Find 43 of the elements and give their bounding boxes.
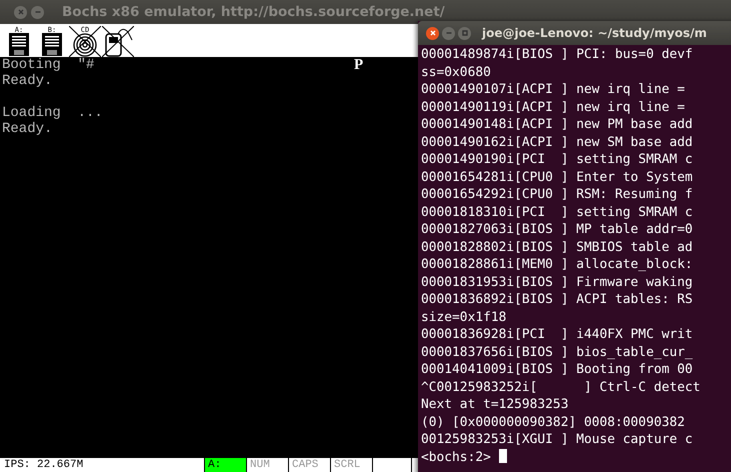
terminal-line: 00001818310i[PCI ] setting SMRAM c — [421, 204, 693, 221]
close-icon — [428, 28, 438, 38]
close-icon — [16, 7, 26, 17]
minimize-button[interactable] — [31, 6, 44, 18]
ips-reading: IPS: 22.667M — [3, 458, 84, 472]
status-indicator: CAPS — [288, 458, 330, 472]
terminal-line: 00001836892i[BIOS ] ACPI tables: RS — [421, 291, 693, 308]
terminal-line: 00001836928i[PCI ] i440FX PMC writ — [421, 326, 693, 344]
close-button[interactable] — [426, 26, 439, 40]
terminal-line: (0) [0x000000090382] 0008:00090382 — [421, 414, 685, 431]
terminal-line: 00001489874i[BIOS ] PCI: bus=0 devf — [421, 46, 693, 64]
terminal-line: 00001490119i[ACPI ] new irq line = — [421, 98, 685, 116]
screen-text: Ready. — [2, 121, 52, 137]
terminal-prompt: <bochs:2> — [421, 450, 491, 464]
window-title: Bochs x86 emulator, http://bochs.sourceforge.net/ — [62, 4, 445, 20]
terminal-line: 00001654281i[CPU0 ] Enter to System — [421, 168, 693, 186]
screen-text: Loading ... — [2, 105, 103, 121]
terminal-line: 00001828861i[MEM0 ] allocate_block: — [421, 256, 693, 274]
terminal-line: size=0x1f18 — [421, 308, 506, 326]
terminal-line: 00001827063i[BIOS ] MP table addr=0 — [421, 221, 693, 238]
terminal-line: ss=0x0680 — [421, 64, 491, 81]
screen-text: Ready. — [2, 73, 52, 89]
text-cursor — [498, 448, 507, 462]
screen-text: P — [354, 57, 364, 73]
terminal-line: 00001490148i[ACPI ] new PM base add — [421, 116, 693, 134]
terminal-line: 00001490190i[PCI ] setting SMRAM c — [421, 151, 693, 168]
status-indicator: NUM — [246, 458, 288, 472]
terminal-line: 00001490107i[ACPI ] new irq line = — [421, 81, 685, 98]
terminal-line: 00001837656i[BIOS ] bios_table_cur_ — [421, 344, 693, 361]
terminal-line: 00001490162i[ACPI ] new SM base add — [421, 134, 693, 151]
terminal-line: ^C00125983252i[ ] Ctrl-C detect — [421, 378, 700, 396]
terminal-line: 00001654292i[CPU0 ] RSM: Resuming f — [421, 186, 693, 204]
window-title: joe@joe-Lenovo: ~/study/myos/m — [482, 26, 707, 40]
screen-text: Booting "# — [2, 57, 94, 73]
maximize-button[interactable] — [458, 26, 471, 40]
status-indicator: SCRL — [330, 458, 372, 472]
terminal-line: 00001831953i[BIOS ] Firmware waking — [421, 274, 693, 291]
terminal-line: 00001828802i[BIOS ] SMBIOS table ad — [421, 238, 693, 256]
status-indicator: A: — [204, 458, 246, 472]
terminal-line: 00125983253i[XGUI ] Mouse capture c — [421, 431, 693, 448]
terminal-line: Next at t=125983253 — [421, 396, 568, 414]
maximize-icon — [460, 28, 470, 38]
terminal-line: 00014041009i[BIOS ] Booting from 00 — [421, 361, 693, 378]
